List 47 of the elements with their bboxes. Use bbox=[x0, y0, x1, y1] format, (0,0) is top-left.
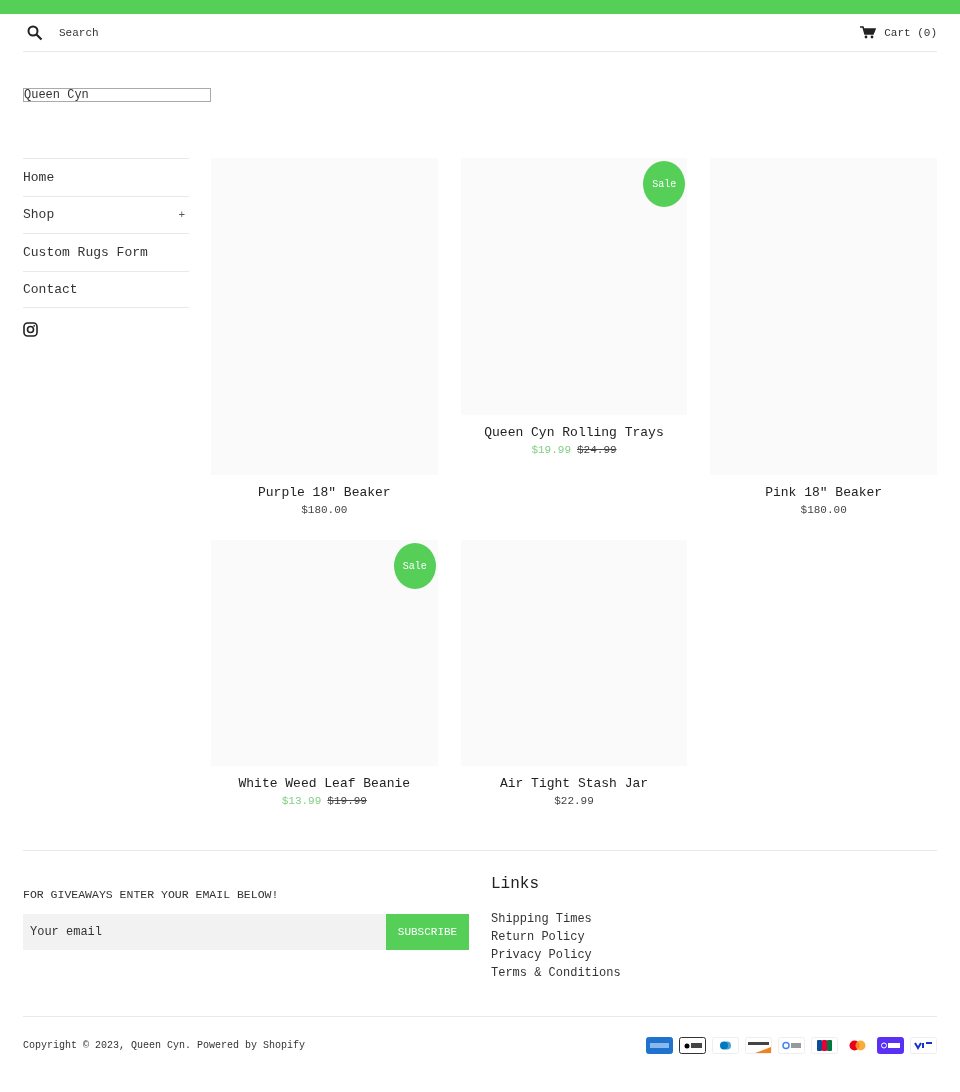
cart-link[interactable]: Cart (0) bbox=[860, 26, 937, 39]
email-field[interactable]: Your email bbox=[23, 914, 386, 950]
product-price: $180.00 bbox=[301, 504, 348, 516]
expand-toggle[interactable]: + bbox=[174, 208, 189, 221]
nav-label: Contact bbox=[23, 281, 78, 297]
payment-card-icon bbox=[679, 1037, 706, 1054]
product-price: $22.99 bbox=[554, 795, 594, 807]
payment-card-icon bbox=[910, 1037, 937, 1054]
product-card[interactable]: Sale White Weed Leaf Beanie $13.99 $19.99 bbox=[211, 540, 438, 807]
product-title: Air Tight Stash Jar bbox=[499, 776, 649, 791]
footer-link[interactable]: Terms & Conditions bbox=[491, 964, 937, 982]
cart-icon bbox=[860, 26, 877, 39]
instagram-icon[interactable] bbox=[23, 322, 38, 337]
nav-label: Custom Rugs Form bbox=[23, 244, 148, 260]
payment-card-icon bbox=[778, 1037, 805, 1054]
payment-card-icon bbox=[877, 1037, 904, 1054]
product-title: White Weed Leaf Beanie bbox=[238, 776, 411, 791]
footer-link[interactable]: Return Policy bbox=[491, 928, 937, 946]
footer-link[interactable]: Queen Cyn bbox=[131, 1040, 186, 1051]
payment-card-icon bbox=[646, 1037, 673, 1054]
product-title: Purple 18" Beaker bbox=[258, 485, 391, 500]
newsletter-heading: FOR GIVEAWAYS ENTER YOUR EMAIL BELOW! bbox=[23, 888, 280, 901]
nav-link[interactable]: Contact bbox=[23, 270, 189, 308]
links-heading: Links bbox=[491, 875, 540, 893]
compare-price: $19.99 bbox=[327, 795, 367, 807]
footer-link[interactable]: Powered by Shopify bbox=[197, 1040, 306, 1051]
nav-link[interactable]: Custom Rugs Form bbox=[23, 233, 189, 271]
logo-link[interactable]: Queen Cyn bbox=[23, 88, 211, 102]
search-field[interactable]: Search bbox=[57, 25, 847, 40]
nav-label: Shop bbox=[23, 207, 55, 223]
footer-link[interactable]: Privacy Policy bbox=[491, 946, 937, 964]
nav-link[interactable]: Home bbox=[23, 158, 189, 196]
product-price: $13.99 bbox=[281, 795, 322, 807]
payment-card-icon bbox=[811, 1037, 838, 1054]
nav-link[interactable]: Shop + bbox=[23, 195, 189, 233]
product-card[interactable]: Sale Queen Cyn Rolling Trays $19.99 $24.99 bbox=[460, 158, 688, 456]
product-price: $19.99 bbox=[531, 444, 571, 456]
compare-price: $24.99 bbox=[577, 444, 617, 456]
footer-link[interactable]: Shipping Times bbox=[491, 910, 937, 928]
product-price: $180.00 bbox=[800, 504, 847, 516]
product-title: Pink 18" Beaker bbox=[765, 485, 883, 500]
product-title: Queen Cyn Rolling Trays bbox=[484, 425, 664, 440]
payment-card-icon bbox=[745, 1037, 772, 1054]
payment-card-icon bbox=[712, 1037, 739, 1054]
nav-label: Home bbox=[23, 169, 55, 185]
copyright-text: Copyright © 2023, Queen Cyn. Powered by Shopify bbox=[23, 1040, 306, 1051]
search-icon[interactable] bbox=[27, 24, 43, 41]
